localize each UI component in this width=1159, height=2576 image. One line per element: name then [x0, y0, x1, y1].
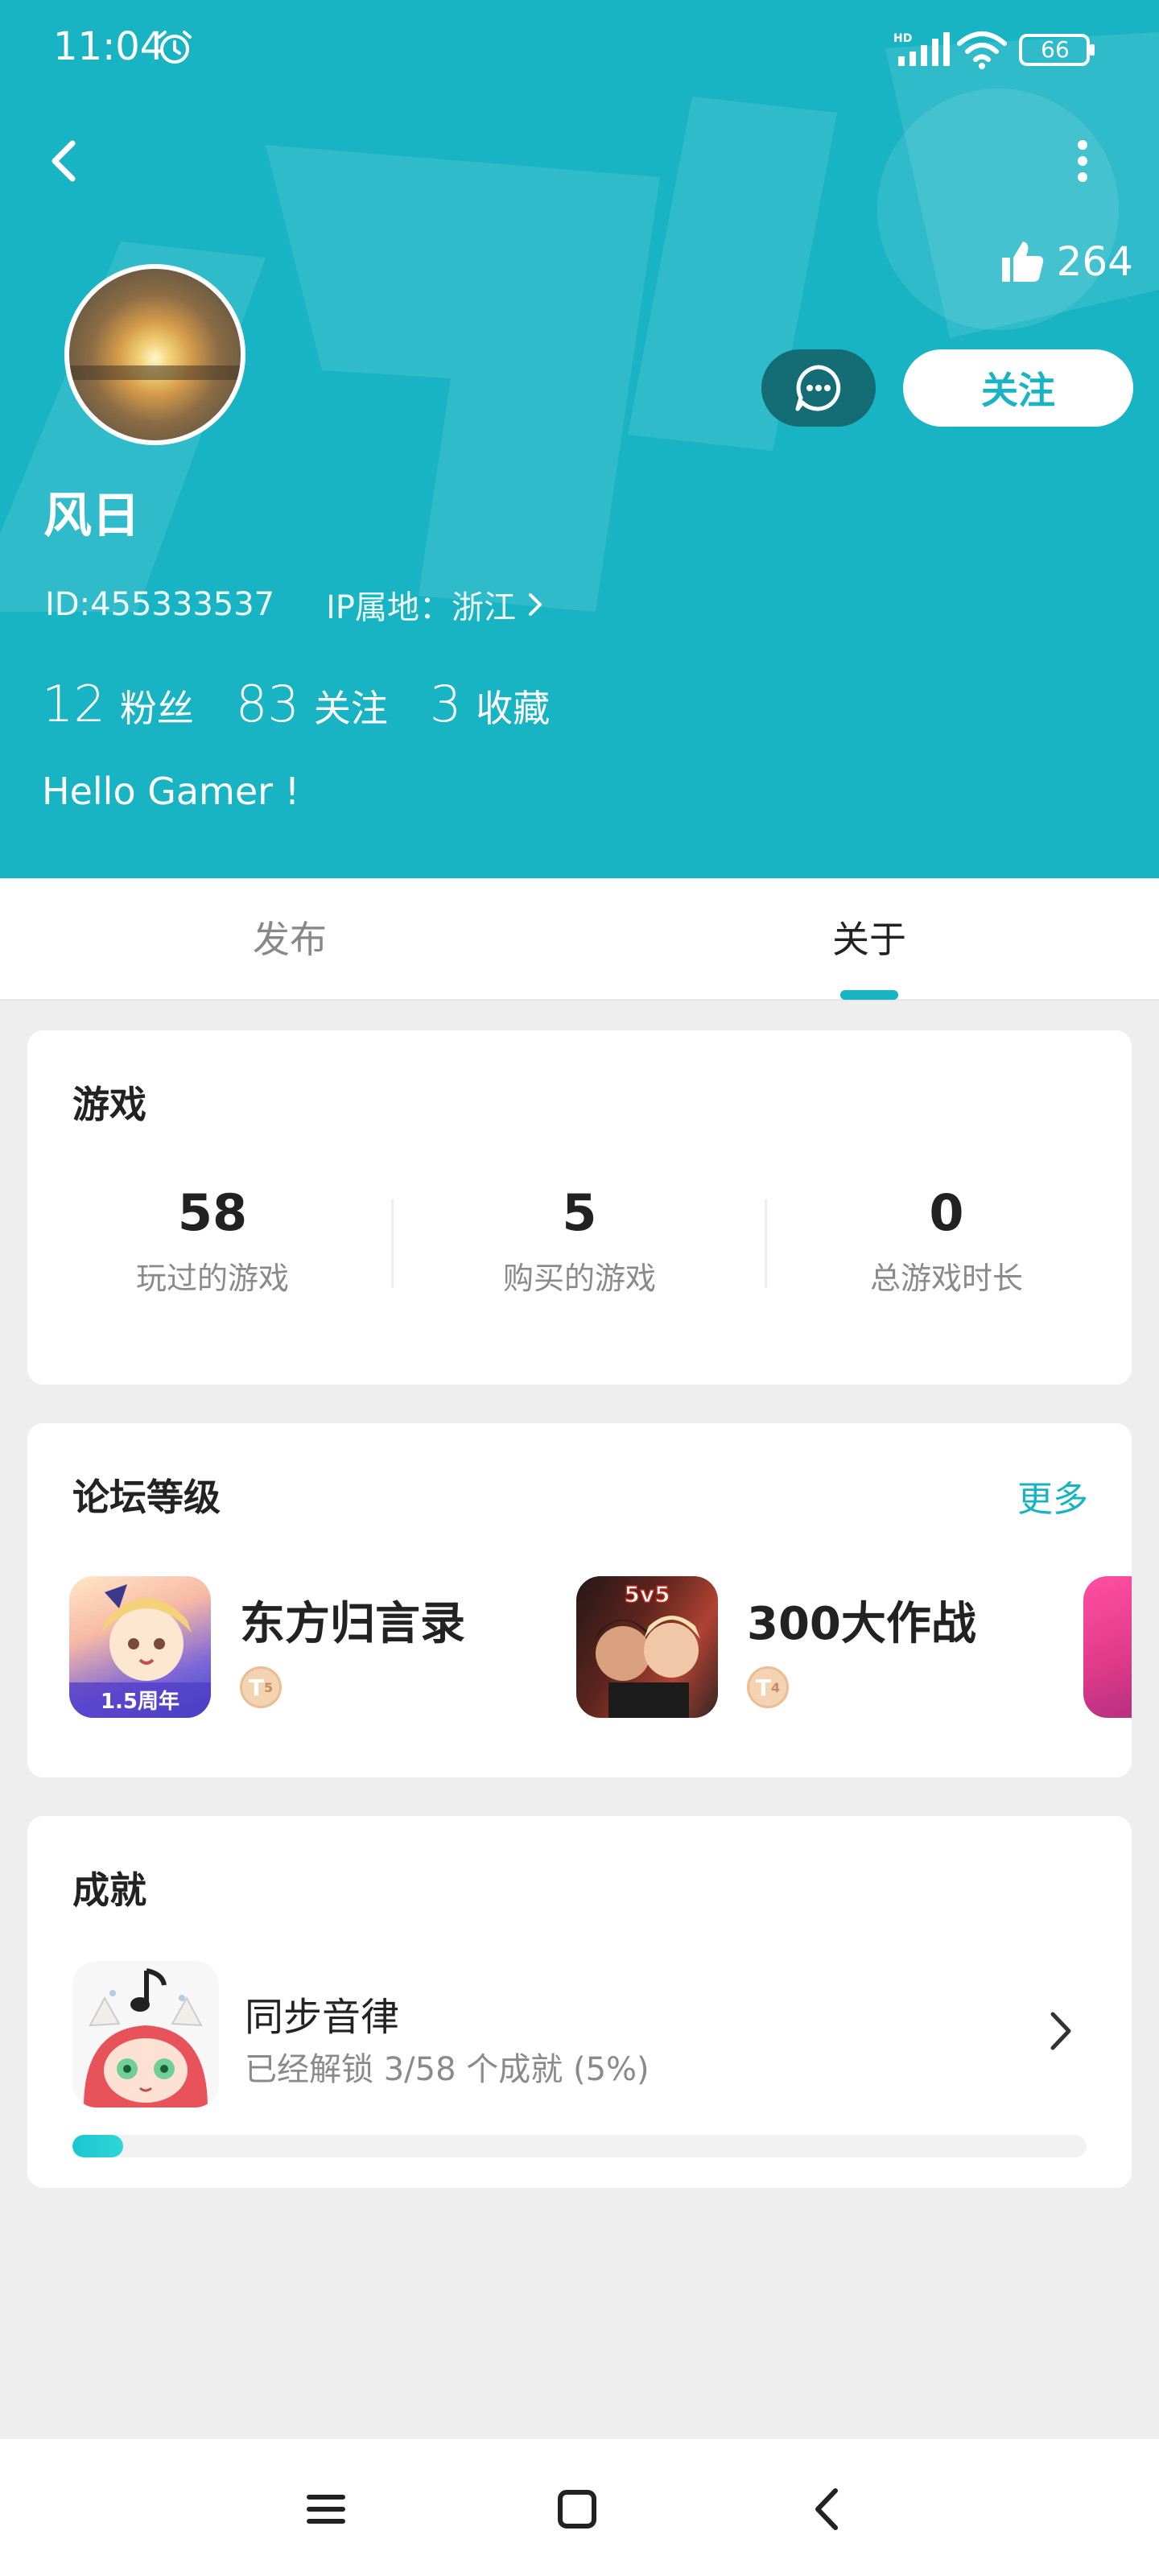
purchased-games-label: 购买的游戏	[502, 1261, 656, 1296]
divider	[391, 1199, 394, 1288]
profile-screen: 11:04 HD 66 264 关注 风日 ID:455333537 IP属地：…	[0, 0, 1159, 2576]
achievement-progress-fill	[72, 2135, 123, 2157]
playtime-label: 总游戏时长	[869, 1261, 1023, 1296]
ip-location[interactable]: IP属地：浙江	[326, 581, 547, 628]
following-count[interactable]: 83	[236, 675, 299, 733]
forum-level-title: 论坛等级	[72, 1476, 221, 1519]
profile-tabs: 发布 关于	[0, 878, 1159, 1001]
favorites-label[interactable]: 收藏	[476, 679, 550, 733]
played-games-label: 玩过的游戏	[135, 1261, 289, 1296]
svg-text:HD: HD	[893, 32, 912, 45]
music-girl-icon	[72, 1961, 219, 2107]
achievements-card: 成就 同步音律 已经解锁 3/58 个成就 (5%)	[27, 1816, 1132, 2188]
forum-item[interactable]	[1083, 1576, 1132, 1721]
message-button[interactable]	[761, 349, 876, 427]
chat-bubble-icon	[795, 365, 841, 411]
purchased-games-stat[interactable]: 5 购买的游戏	[394, 1183, 765, 1298]
signal-icon: HD	[893, 32, 950, 66]
forum-item[interactable]: 5v5 300大作战 T4	[576, 1576, 1059, 1721]
achievements-title: 成就	[72, 1868, 146, 1912]
played-games-stat[interactable]: 58 玩过的游戏	[27, 1183, 398, 1298]
more-options-icon[interactable]	[1062, 129, 1103, 193]
achievement-progress-bar	[72, 2135, 1087, 2157]
icon-caption: 5v5	[624, 1581, 670, 1608]
game-icon	[1083, 1576, 1132, 1718]
fighters-icon: 5v5	[576, 1576, 718, 1718]
tab-publish[interactable]: 发布	[169, 910, 410, 964]
achievement-game-name: 同步音律	[245, 1995, 400, 2040]
playtime-stat[interactable]: 0 总游戏时长	[761, 1183, 1132, 1298]
avatar[interactable]	[64, 264, 245, 445]
likes-counter[interactable]: 264	[999, 238, 1133, 285]
home-icon[interactable]	[549, 2481, 605, 2537]
back-icon[interactable]	[800, 2481, 856, 2537]
status-time: 11:04	[53, 24, 165, 69]
forum-level-badge: T4	[747, 1666, 789, 1708]
system-nav-bar	[0, 2439, 1159, 2576]
id-row: ID:455333537 IP属地：浙江	[45, 581, 547, 628]
chevron-right-icon	[529, 593, 542, 616]
achievement-progress-text: 已经解锁 3/58 个成就 (5%)	[245, 2051, 650, 2088]
game-icon[interactable]	[72, 1961, 219, 2107]
forum-game-name: 300大作战	[747, 1598, 976, 1650]
user-id: ID:455333537	[45, 586, 275, 623]
follow-button[interactable]: 关注	[903, 349, 1133, 427]
forum-level-badge: T5	[240, 1666, 282, 1708]
chevron-right-icon[interactable]	[1045, 2003, 1077, 2059]
active-tab-indicator	[840, 990, 898, 1000]
forum-item[interactable]: 1.5周年 东方归言录 T5	[69, 1576, 552, 1721]
profile-header: 11:04 HD 66 264 关注 风日 ID:455333537 IP属地：…	[0, 0, 1159, 878]
followers-count[interactable]: 12	[42, 675, 105, 733]
played-games-count: 58	[177, 1183, 248, 1242]
bio: Hello Gamer !	[42, 770, 300, 813]
tab-about[interactable]: 关于	[749, 910, 990, 964]
social-stats: 12 粉丝 83 关注 3 收藏	[42, 675, 592, 733]
more-link[interactable]: 更多	[1017, 1470, 1088, 1521]
playtime-value: 0	[929, 1183, 964, 1242]
anime-girl-icon: 1.5周年	[69, 1584, 211, 1718]
username: 风日	[43, 488, 140, 544]
status-bar: 11:04 HD 66	[0, 0, 1159, 97]
followers-label[interactable]: 粉丝	[120, 679, 194, 733]
forum-game-name: 东方归言录	[240, 1598, 465, 1650]
games-title: 游戏	[72, 1083, 146, 1126]
ip-location-text: IP属地：浙江	[326, 589, 517, 626]
game-icon: 1.5周年	[69, 1576, 211, 1718]
game-icon: 5v5	[576, 1576, 718, 1718]
menu-icon[interactable]	[298, 2481, 354, 2537]
likes-count: 264	[1056, 238, 1133, 285]
following-label[interactable]: 关注	[314, 679, 388, 733]
games-card: 游戏 58 玩过的游戏 5 购买的游戏 0 总游戏时长	[27, 1030, 1132, 1385]
thumbs-up-icon	[1001, 242, 1043, 282]
wifi-icon	[957, 31, 1007, 69]
back-icon[interactable]	[40, 129, 89, 193]
forum-level-card: 论坛等级 更多 1.5周年 东方归言录 T5 5v5 300大作战 T 4	[27, 1423, 1132, 1777]
battery-level: 66	[1041, 36, 1070, 63]
purchased-games-count: 5	[562, 1183, 597, 1242]
alarm-icon	[158, 31, 192, 64]
icon-caption: 1.5周年	[101, 1689, 179, 1714]
favorites-count[interactable]: 3	[430, 675, 461, 733]
